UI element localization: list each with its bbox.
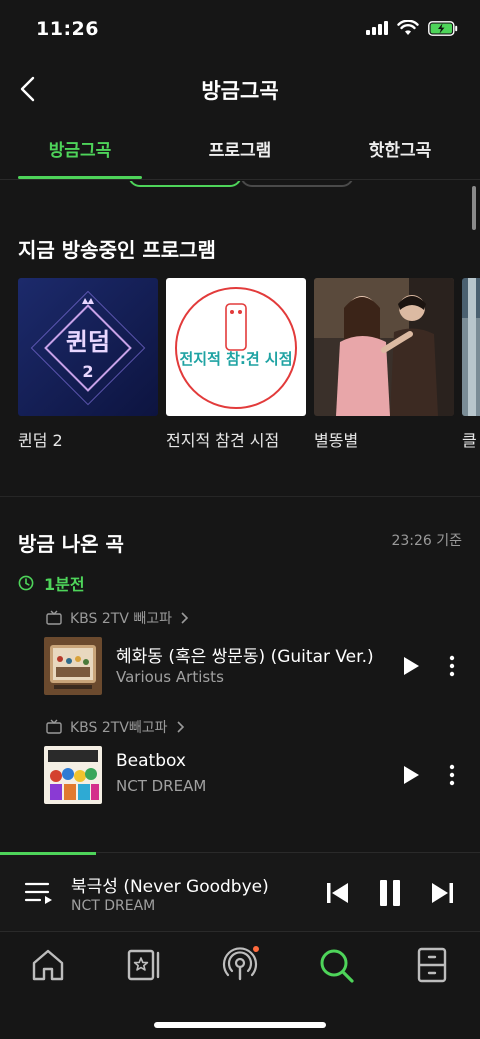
tab-bar: 방금그곡 프로그램 핫한그곡 (0, 126, 480, 180)
tab-hot-songs[interactable]: 핫한그곡 (320, 126, 480, 180)
program-card-partial[interactable]: 클 (462, 278, 480, 451)
queendom-logo-number: 2 (82, 362, 93, 381)
program-label: 전지적 참견 시점 (166, 431, 280, 450)
program-card-shooting-star[interactable]: 별똥별 (314, 278, 454, 451)
notification-badge (253, 946, 259, 952)
source-label: KBS 2TV빼고파 (70, 720, 168, 736)
drama-still-art (314, 278, 454, 416)
program-thumbnail: 전지적 참:견 시점 (166, 278, 306, 416)
song-artist: Various Artists (116, 668, 224, 686)
song-source-link[interactable]: KBS 2TV 빼고파 (46, 608, 190, 628)
battery-charging-icon (428, 20, 458, 36)
status-icons (366, 20, 458, 36)
tab-just-played[interactable]: 방금그곡 (0, 126, 160, 180)
skip-previous-icon[interactable] (324, 880, 350, 906)
basis-time: 23:26 기준 (391, 533, 462, 549)
queendom-logo-text: 퀸덤 (66, 328, 110, 356)
clock-icon (18, 575, 34, 591)
pause-icon[interactable] (374, 877, 406, 909)
status-time: 11:26 (36, 18, 99, 40)
tv-icon (46, 610, 62, 625)
song-row[interactable]: 혜화동 (혹은 쌍문동) (Guitar Ver.) Various Artis… (44, 637, 480, 695)
home-indicator[interactable] (154, 1022, 326, 1028)
album-art (44, 637, 102, 695)
storage-icon[interactable] (412, 945, 452, 985)
omniscient-art: 전지적 참:견 시점 (175, 287, 297, 409)
song-title: 혜화동 (혹은 쌍문동) (Guitar Ver.) (116, 647, 374, 667)
album-art (44, 746, 102, 804)
tv-icon (46, 719, 62, 734)
page-title: 방금그곡 (201, 79, 279, 103)
chevron-right-icon (181, 612, 189, 624)
song-title: Beatbox (116, 751, 186, 771)
cellular-signal-icon (366, 21, 388, 35)
podcast-icon[interactable] (220, 945, 260, 985)
song-row[interactable]: Beatbox NCT DREAM (44, 746, 480, 804)
omniscient-logo-text: 전지적 참:견 시점 (179, 350, 292, 368)
program-label: 클 (462, 431, 477, 450)
library-icon[interactable] (124, 945, 164, 985)
active-tab-indicator (18, 176, 142, 179)
play-icon[interactable] (398, 654, 422, 678)
playlist-icon[interactable] (24, 879, 54, 907)
program-thumbnail (314, 278, 454, 416)
song-artist: NCT DREAM (116, 777, 207, 795)
scrolled-chip-edges (0, 181, 480, 191)
more-vertical-icon[interactable] (442, 763, 462, 787)
program-label: 퀸덤 2 (18, 431, 63, 450)
play-icon[interactable] (398, 763, 422, 787)
queendom-art: 퀸덤 2 (18, 278, 158, 416)
skip-next-icon[interactable] (430, 880, 456, 906)
now-playing-artist: NCT DREAM (71, 898, 156, 914)
program-thumbnail (462, 278, 480, 416)
playback-progress-bar[interactable] (0, 852, 96, 855)
section-divider (0, 496, 480, 497)
nav-header: 방금그곡 (0, 60, 480, 118)
program-thumbnail: 퀸덤 2 (18, 278, 158, 416)
now-playing-title: 북극성 (Never Goodbye) (71, 877, 269, 897)
program-card-omniscient[interactable]: 전지적 참:견 시점 전지적 참견 시점 (166, 278, 306, 451)
inactive-chip-edge (240, 181, 354, 187)
chevron-right-icon (176, 721, 184, 733)
program-carousel[interactable]: 퀸덤 2 퀸덤 2 전지적 참:견 시점 전지적 참견 시점 별똥별 클 (18, 278, 480, 458)
onair-section-title: 지금 방송중인 프로그램 (18, 238, 216, 262)
active-chip-edge (128, 181, 242, 187)
recent-section-title: 방금 나온 곡 (18, 532, 124, 556)
partial-program-art (462, 278, 480, 416)
status-bar: 11:26 (0, 0, 480, 60)
program-label: 별똥별 (314, 431, 359, 450)
search-icon[interactable] (316, 945, 356, 985)
more-vertical-icon[interactable] (442, 654, 462, 678)
wifi-icon (397, 20, 419, 35)
source-label: KBS 2TV 빼고파 (70, 611, 173, 627)
scrollbar-thumb[interactable] (472, 186, 476, 230)
tab-program[interactable]: 프로그램 (160, 126, 320, 180)
mini-player[interactable]: 북극성 (Never Goodbye) NCT DREAM (0, 852, 480, 932)
program-card-queendom[interactable]: 퀸덤 2 퀸덤 2 (18, 278, 158, 451)
time-ago-label: 1분전 (44, 575, 85, 594)
home-icon[interactable] (28, 945, 68, 985)
song-source-link[interactable]: KBS 2TV빼고파 (46, 717, 186, 737)
time-ago-row: 1분전 (18, 571, 85, 595)
